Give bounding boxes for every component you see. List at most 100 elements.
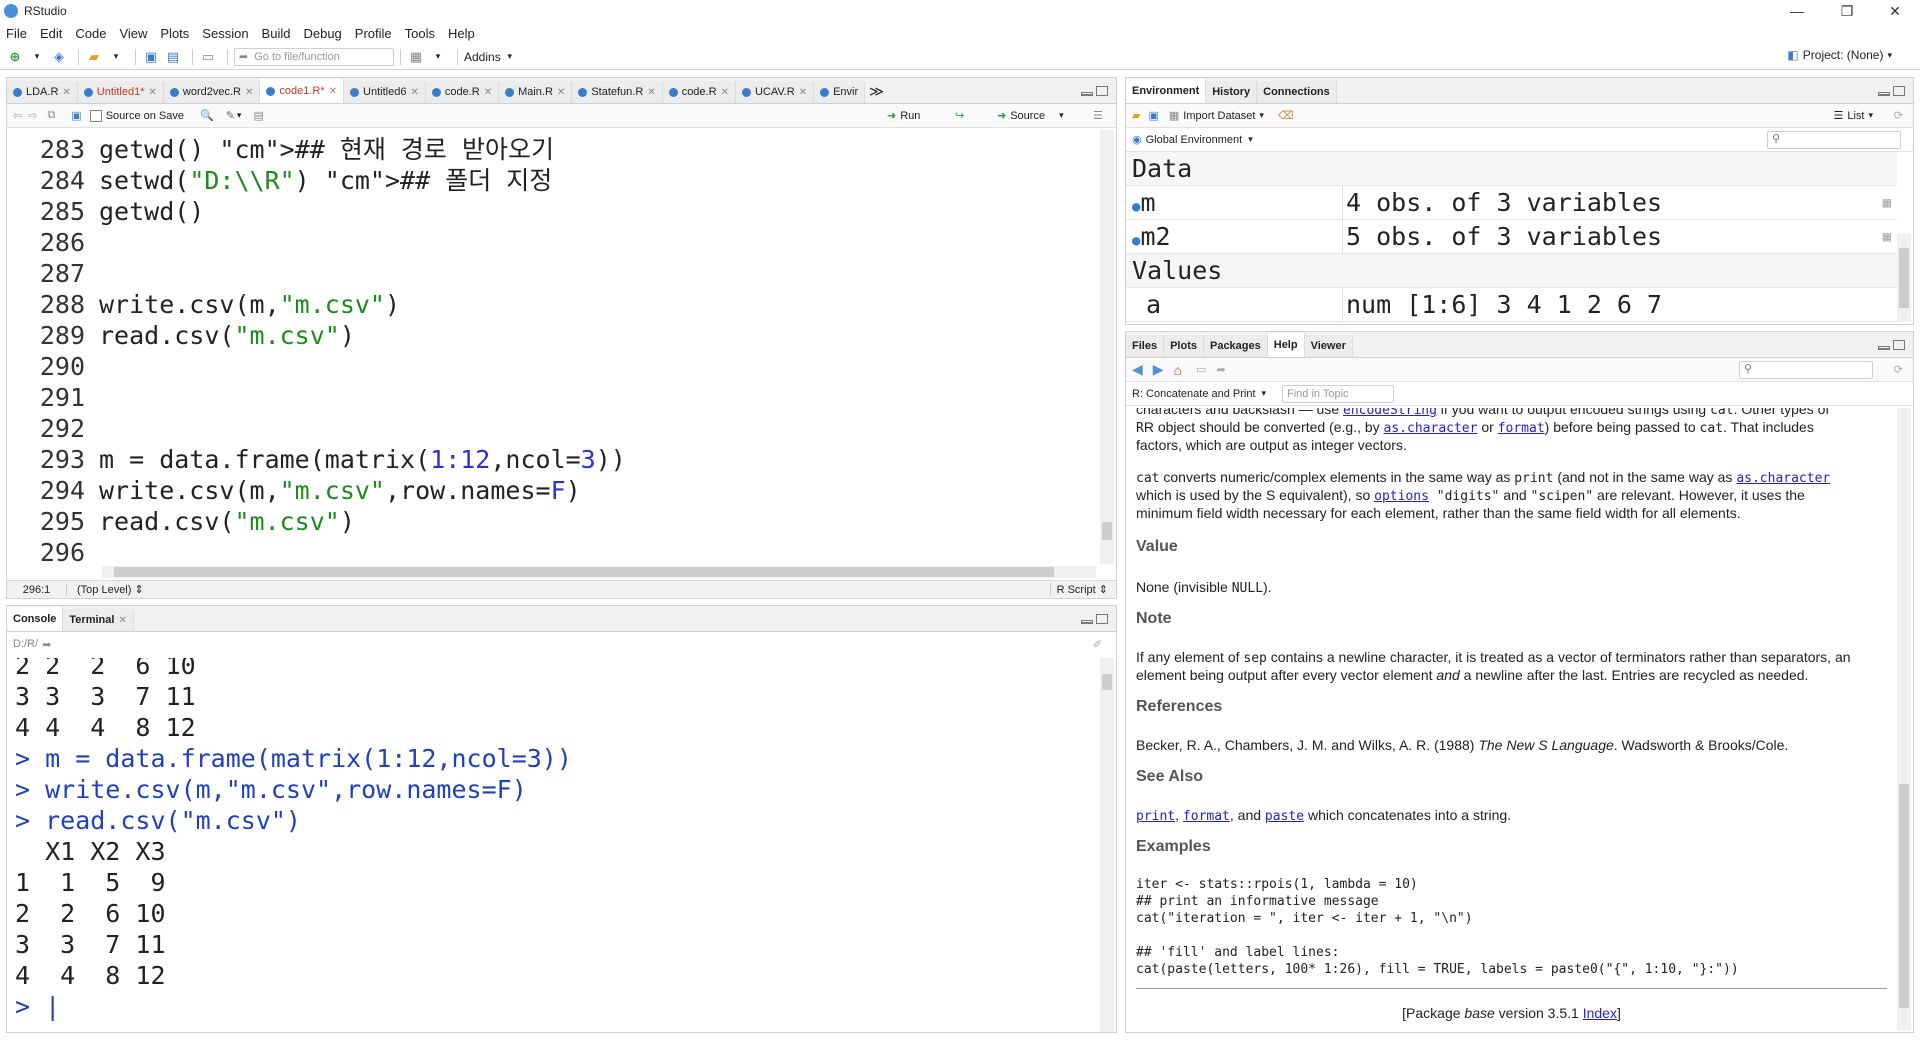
close-icon[interactable]: ✕ — [484, 87, 492, 98]
tab-files[interactable]: Files — [1126, 335, 1165, 357]
back-arrow-icon[interactable]: ⇦ — [13, 109, 22, 122]
code-line[interactable]: 296 — [7, 537, 85, 564]
close-icon[interactable]: ✕ — [245, 87, 253, 98]
help-topic-dropdown[interactable]: R: Concatenate and Print ▾ — [1132, 388, 1266, 400]
link-as-character[interactable]: as.character — [1736, 471, 1830, 486]
goto-file-input[interactable]: ➦ Go to file/function — [234, 47, 394, 66]
filetype-indicator[interactable]: R Script ⇕ — [1049, 583, 1108, 596]
code-line[interactable]: 295 read.csv("m.csv") — [7, 506, 355, 537]
refresh-icon[interactable]: ⟳ — [1894, 109, 1903, 122]
menu-debug[interactable]: Debug — [303, 26, 341, 41]
close-icon[interactable]: ✕ — [149, 87, 157, 98]
outline-icon[interactable]: ☰ — [1093, 109, 1103, 122]
code-line[interactable]: 292 — [7, 413, 85, 444]
env-row[interactable]: ●m 4 obs. of 3 variables ▦ — [1126, 186, 1897, 220]
tab-packages[interactable]: Packages — [1203, 335, 1268, 357]
show-in-window-icon[interactable]: ➦ — [1216, 363, 1225, 376]
minimize-pane-icon[interactable] — [1081, 620, 1093, 624]
chevron-down-icon[interactable]: ▾ — [501, 48, 519, 66]
tab-history[interactable]: History — [1206, 81, 1258, 103]
chevron-down-icon[interactable]: ▾ — [429, 48, 447, 66]
menu-session[interactable]: Session — [202, 26, 248, 41]
menu-help[interactable]: Help — [448, 26, 475, 41]
close-icon[interactable]: ✕ — [721, 87, 729, 98]
scrollbar-thumb[interactable] — [114, 567, 1054, 577]
editor-vertical-scrollbar[interactable] — [1100, 130, 1114, 564]
link-encodestring[interactable]: encodeString — [1343, 408, 1437, 418]
code-line[interactable]: 293 m = data.frame(matrix(1:12,ncol=3)) — [7, 444, 626, 475]
menu-build[interactable]: Build — [262, 26, 291, 41]
editor-tab[interactable]: UCAV.R ✕ — [735, 81, 815, 103]
minimize-button[interactable]: — — [1774, 0, 1820, 22]
clear-console-icon[interactable]: ✐ — [1093, 638, 1102, 651]
editor-tab[interactable]: Main.R ✕ — [499, 81, 573, 103]
maximize-pane-icon[interactable] — [1096, 86, 1108, 96]
save-workspace-icon[interactable]: ▣ — [1148, 109, 1158, 122]
menu-profile[interactable]: Profile — [355, 26, 392, 41]
tab-viewer[interactable]: Viewer — [1304, 335, 1353, 357]
menu-view[interactable]: View — [119, 26, 147, 41]
print-icon[interactable]: ▭ — [199, 48, 217, 66]
close-icon[interactable]: ✕ — [118, 615, 126, 626]
code-line[interactable]: 283 getwd() "cm">## 현재 경로 받아오기 — [7, 134, 554, 165]
editor-horizontal-scrollbar[interactable] — [102, 566, 1096, 578]
editor-tab[interactable]: code.R ✕ — [425, 81, 500, 103]
editor-tab[interactable]: Untitled6 ✕ — [344, 81, 426, 103]
close-icon[interactable]: ✕ — [62, 87, 70, 98]
view-table-icon[interactable]: ▦ — [1883, 220, 1891, 254]
link-as-character[interactable]: as.character — [1384, 421, 1478, 436]
magic-wand-icon[interactable]: ✎ — [226, 109, 235, 122]
source-on-save-checkbox[interactable] — [89, 109, 102, 122]
run-button[interactable]: ➜ Run — [887, 109, 920, 123]
environment-scope-dropdown[interactable]: ◉ Global Environment ▾ — [1132, 133, 1253, 147]
scrollbar-thumb[interactable] — [1899, 248, 1909, 308]
close-icon[interactable]: ✕ — [410, 87, 418, 98]
addins-menu[interactable]: Addins — [464, 50, 501, 64]
minimize-pane-icon[interactable] — [1878, 346, 1890, 350]
env-row[interactable]: ●m2 5 obs. of 3 variables ▦ — [1126, 220, 1897, 254]
import-dataset-button[interactable]: ▦ Import Dataset ▾ — [1169, 109, 1264, 123]
restore-button[interactable]: ❐ — [1824, 0, 1870, 22]
close-icon[interactable]: ✕ — [557, 87, 565, 98]
back-arrow-icon[interactable]: ◀ — [1132, 361, 1143, 378]
code-line[interactable]: 286 — [7, 227, 85, 258]
chevron-down-icon[interactable]: ▾ — [28, 48, 46, 66]
view-mode-dropdown[interactable]: ☰ List ▾ — [1833, 109, 1873, 123]
code-line[interactable]: 294 write.csv(m,"m.csv",row.names=F) — [7, 475, 581, 506]
source-button[interactable]: ➜ Source ▾ — [997, 109, 1064, 123]
tab-console[interactable]: Console — [7, 607, 64, 631]
editor-tab[interactable]: Untitled1* ✕ — [77, 81, 164, 103]
scrollbar-thumb[interactable] — [1102, 522, 1112, 540]
editor-tab[interactable]: word2vec.R ✕ — [163, 81, 261, 103]
load-workspace-icon[interactable]: ▰ — [1132, 109, 1140, 122]
minimize-pane-icon[interactable] — [1081, 92, 1093, 96]
help-search-input[interactable]: ⚲ — [1739, 361, 1873, 379]
tab-environment[interactable]: Environment — [1126, 79, 1207, 103]
find-in-topic-input[interactable]: Find in Topic — [1282, 385, 1394, 403]
code-line[interactable]: 290 — [7, 351, 85, 382]
code-line[interactable]: 291 — [7, 382, 85, 413]
editor-tab-active[interactable]: code1.R* ✕ — [260, 79, 345, 103]
environment-vertical-scrollbar[interactable] — [1897, 234, 1911, 322]
project-menu[interactable]: ◧ Project: (None) ▾ — [1787, 48, 1892, 62]
save-icon[interactable]: ▣ — [71, 109, 81, 122]
code-editor[interactable]: 283 getwd() "cm">## 현재 경로 받아오기 284 setwd("D… — [7, 130, 1116, 564]
editor-tab[interactable]: LDA.R ✕ — [7, 81, 78, 103]
tab-plots[interactable]: Plots — [1164, 335, 1204, 357]
menu-file[interactable]: File — [6, 26, 27, 41]
menu-tools[interactable]: Tools — [405, 26, 435, 41]
editor-tab[interactable]: Envir — [814, 81, 866, 103]
code-line[interactable]: 289 read.csv("m.csv") — [7, 320, 355, 351]
go-to-directory-icon[interactable]: ➦ — [42, 638, 51, 651]
save-icon[interactable]: ▣ — [142, 48, 160, 66]
code-line[interactable]: 287 — [7, 258, 85, 289]
link-format[interactable]: format — [1183, 809, 1230, 824]
maximize-pane-icon[interactable] — [1096, 614, 1108, 624]
show-in-window-icon[interactable]: ⧉ — [47, 109, 55, 122]
code-line[interactable]: 288 write.csv(m,"m.csv") — [7, 289, 400, 320]
chevron-down-icon[interactable]: ▾ — [237, 110, 242, 121]
save-all-icon[interactable]: ▤ — [164, 48, 182, 66]
tab-help[interactable]: Help — [1267, 333, 1305, 357]
maximize-pane-icon[interactable] — [1893, 340, 1905, 350]
console-vertical-scrollbar[interactable] — [1100, 658, 1114, 1032]
